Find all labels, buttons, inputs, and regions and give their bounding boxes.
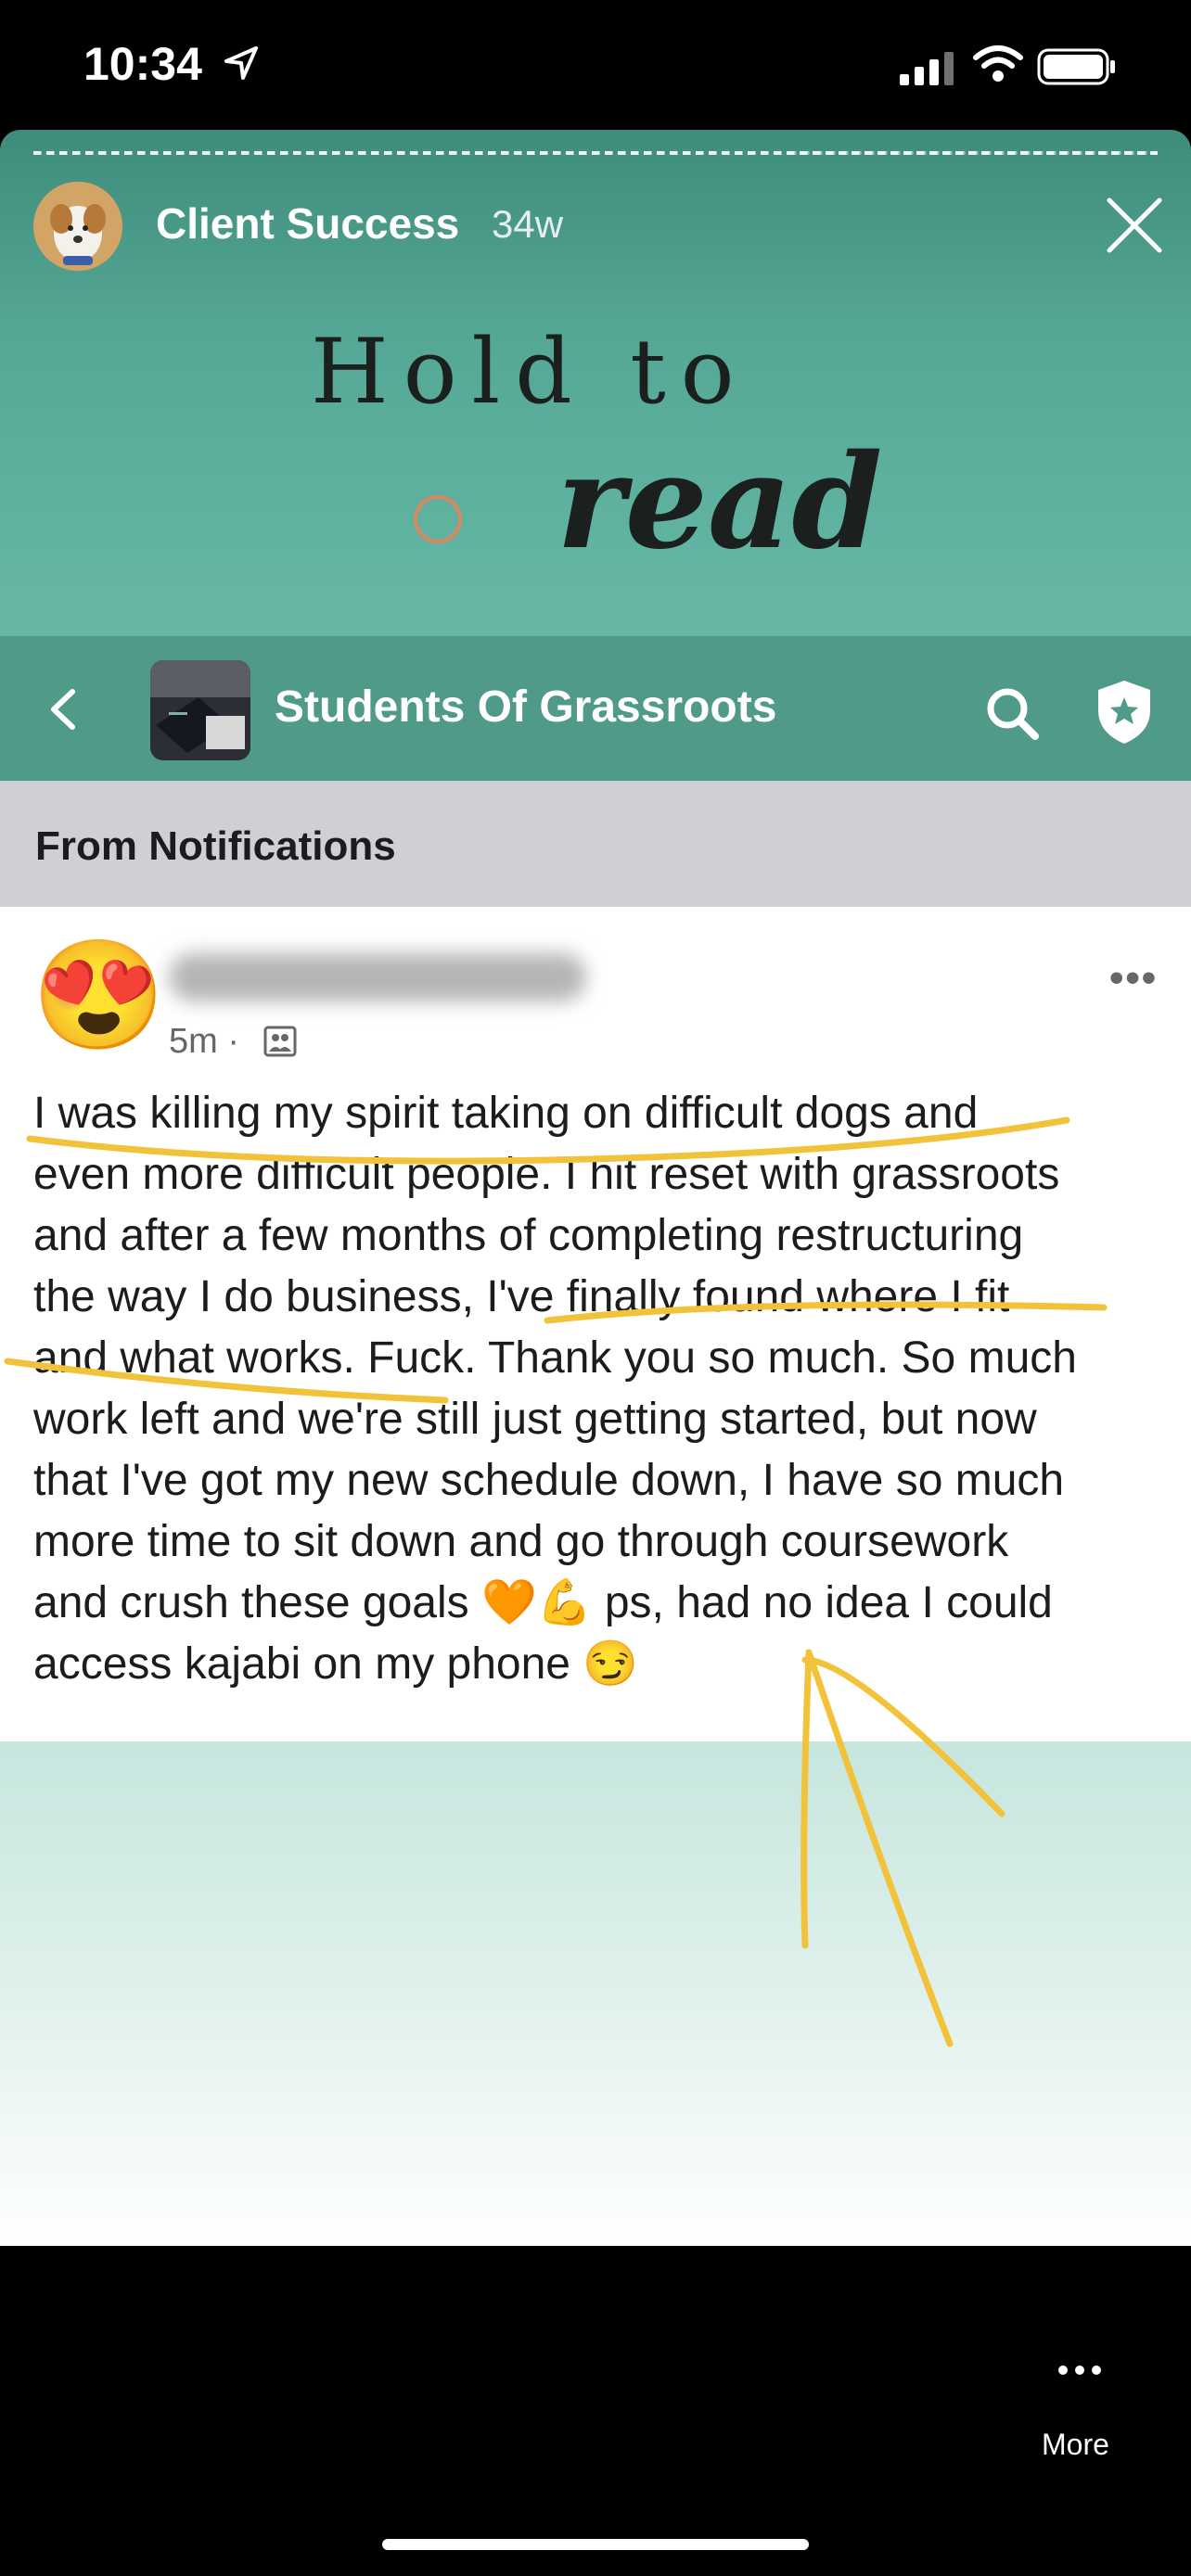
post-more-button[interactable]: ••• xyxy=(1109,955,1158,1001)
sticker-read: read xyxy=(557,427,883,579)
wifi-icon xyxy=(973,45,1023,82)
more-label[interactable]: More xyxy=(1042,2428,1109,2462)
cellular-signal-icon xyxy=(900,52,954,85)
group-name[interactable]: Students Of Grassroots xyxy=(275,682,776,733)
story-title[interactable]: Client Success xyxy=(156,198,459,249)
author-name-blurred[interactable] xyxy=(169,953,586,1001)
dog-avatar-icon xyxy=(33,182,122,271)
back-chevron-icon[interactable] xyxy=(45,686,82,733)
post-body: I was killing my spirit taking on diffic… xyxy=(33,1089,1077,1689)
battery-icon xyxy=(1037,48,1115,85)
story-background-bottom xyxy=(0,1741,1191,2246)
close-icon[interactable] xyxy=(1104,195,1165,256)
story-age: 34w xyxy=(492,202,564,246)
group-image-icon xyxy=(150,660,250,760)
more-icon[interactable] xyxy=(1057,2363,1102,2378)
group-audience-icon xyxy=(263,1026,297,1057)
post-time: 5m · xyxy=(169,1022,239,1061)
group-thumbnail xyxy=(150,660,250,760)
search-icon[interactable] xyxy=(983,684,1043,744)
home-indicator[interactable] xyxy=(382,2539,809,2550)
section-title: From Notifications xyxy=(35,823,396,869)
story-avatar[interactable] xyxy=(33,182,122,271)
admin-shield-icon[interactable] xyxy=(1093,677,1156,747)
story-progress-remaining xyxy=(788,151,1158,155)
sticker-hold-to: Hold to xyxy=(311,320,749,424)
touch-indicator xyxy=(414,495,462,543)
location-arrow-icon xyxy=(224,46,258,80)
status-time: 10:34 xyxy=(83,38,202,90)
author-avatar[interactable]: 😍 xyxy=(32,937,165,1053)
